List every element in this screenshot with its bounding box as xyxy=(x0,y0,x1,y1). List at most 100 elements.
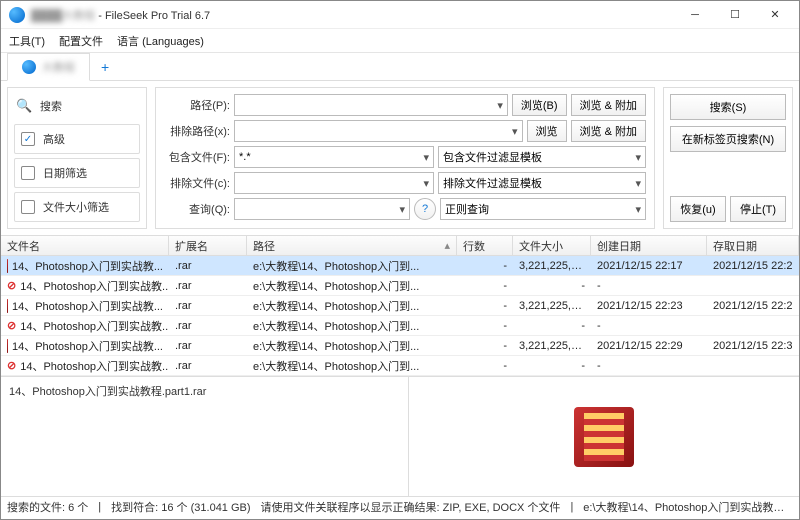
cell-ext: .rar xyxy=(169,320,247,332)
cell-ext: .rar xyxy=(169,340,247,352)
cell-filename: 14、Photoshop入门到实战教... xyxy=(20,318,169,334)
browse2-button[interactable]: 浏览 xyxy=(527,120,567,142)
sidebar-date-filter[interactable]: 日期筛选 xyxy=(14,158,140,188)
action-panel: 搜索(S) 在新标签页搜索(N) 恢复(u) 停止(T) xyxy=(663,87,793,229)
cell-saved: 2021/12/15 22:2 xyxy=(707,300,799,312)
col-size[interactable]: 文件大小 xyxy=(513,236,591,255)
cell-created: 2021/12/15 22:29 xyxy=(591,340,707,352)
archive-icon xyxy=(574,407,634,467)
browse-add-button[interactable]: 浏览 & 附加 xyxy=(571,94,646,116)
search-button[interactable]: 搜索(S) xyxy=(670,94,786,120)
tab-label: 大教程 xyxy=(42,59,75,75)
sidebar-search-heading[interactable]: 🔍搜索 xyxy=(14,94,140,120)
cell-filename: 14、Photoshop入门到实战教... xyxy=(20,358,169,374)
path-label: 路径(P): xyxy=(164,97,230,113)
exclude-filter-select[interactable]: 排除文件过滤显模板▾ xyxy=(438,172,646,194)
checkbox-icon: ✓ xyxy=(21,132,35,146)
tab-bar: 大教程 + xyxy=(1,53,799,81)
browse-add2-button[interactable]: 浏览 & 附加 xyxy=(571,120,646,142)
tab-icon xyxy=(22,60,36,74)
cell-filename: 14、Photoshop入门到实战教... xyxy=(12,338,163,354)
close-button[interactable]: ✕ xyxy=(755,2,795,28)
checkbox-icon xyxy=(21,200,35,214)
cell-filename: 14、Photoshop入门到实战教... xyxy=(20,278,169,294)
path-input[interactable]: ▾ xyxy=(234,94,508,116)
include-filter-select[interactable]: 包含文件过滤显模板▾ xyxy=(438,146,646,168)
restore-button[interactable]: 恢复(u) xyxy=(670,196,726,222)
cell-created: - xyxy=(591,320,707,332)
cell-lines: - xyxy=(457,280,513,292)
col-saved[interactable]: 存取日期 xyxy=(707,236,799,255)
cell-created: - xyxy=(591,280,707,292)
cell-ext: .rar xyxy=(169,260,247,272)
table-row[interactable]: 14、Photoshop入门到实战教....rare:\大教程\14、Photo… xyxy=(1,336,799,356)
cell-size: - xyxy=(513,320,591,332)
window-title: ████大教程 - FileSeek Pro Trial 6.7 xyxy=(31,7,675,23)
exclude-path-input[interactable]: ▾ xyxy=(234,120,523,142)
cell-path: e:\大教程\14、Photoshop入门到... xyxy=(247,318,457,334)
col-path[interactable]: 路径▴ xyxy=(247,236,457,255)
table-row[interactable]: 14、Photoshop入门到实战教....rare:\大教程\14、Photo… xyxy=(1,256,799,276)
include-files-input[interactable]: *.*▾ xyxy=(234,146,434,168)
cell-path: e:\大教程\14、Photoshop入门到... xyxy=(247,358,457,374)
results-grid: 文件名 扩展名 路径▴ 行数 文件大小 创建日期 存取日期 14、Photosh… xyxy=(1,235,799,376)
cell-ext: .rar xyxy=(169,360,247,372)
add-tab-button[interactable]: + xyxy=(89,54,121,80)
status-bar: 搜索的文件: 6 个 | 找到符合: 16 个 (31.041 GB) 请使用文… xyxy=(1,496,799,516)
exclude-files-label: 排除文件(c): xyxy=(164,175,230,191)
table-row[interactable]: 14、Photoshop入门到实战教....rare:\大教程\14、Photo… xyxy=(1,296,799,316)
col-ext[interactable]: 扩展名 xyxy=(169,236,247,255)
tab-current[interactable]: 大教程 xyxy=(7,53,90,81)
cell-filename: 14、Photoshop入门到实战教... xyxy=(12,298,163,314)
cell-lines: - xyxy=(457,340,513,352)
search-newtab-button[interactable]: 在新标签页搜索(N) xyxy=(670,126,786,152)
cell-saved: 2021/12/15 22:3 xyxy=(707,340,799,352)
table-row[interactable]: ⊘14、Photoshop入门到实战教....rare:\大教程\14、Phot… xyxy=(1,276,799,296)
chevron-down-icon: ▾ xyxy=(419,151,429,164)
sidebar: 🔍搜索 ✓高级 日期筛选 文件大小筛选 xyxy=(7,87,147,229)
chevron-down-icon: ▾ xyxy=(631,177,641,190)
chevron-down-icon: ▾ xyxy=(419,177,429,190)
table-row[interactable]: ⊘ 14、Photoshop入门到实战教....rare:\大教程\14、Phot… xyxy=(1,316,799,336)
maximize-button[interactable]: ☐ xyxy=(715,2,755,28)
cell-ext: .rar xyxy=(169,300,247,312)
cell-size: 3,221,225,472 xyxy=(513,300,591,312)
preview-thumbnail-area xyxy=(409,377,800,496)
sidebar-size-filter[interactable]: 文件大小筛选 xyxy=(14,192,140,222)
help-button[interactable]: ? xyxy=(414,198,436,220)
include-files-label: 包含文件(F): xyxy=(164,149,230,165)
sidebar-advanced[interactable]: ✓高级 xyxy=(14,124,140,154)
status-searched: 搜索的文件: 6 个 xyxy=(7,499,88,515)
search-form: 路径(P): ▾ 浏览(B) 浏览 & 附加 排除路径(x): ▾ 浏览 浏览 … xyxy=(155,87,655,229)
titlebar: ████大教程 - FileSeek Pro Trial 6.7 ─ ☐ ✕ xyxy=(1,1,799,29)
error-icon: ⊘ xyxy=(7,279,16,292)
cell-saved: 2021/12/15 22:2 xyxy=(707,260,799,272)
col-created[interactable]: 创建日期 xyxy=(591,236,707,255)
error-icon: ⊘ xyxy=(7,319,16,332)
cell-lines: - xyxy=(457,300,513,312)
menu-language[interactable]: 语言 (Languages) xyxy=(117,33,204,49)
archive-icon xyxy=(7,339,8,353)
table-row[interactable]: ⊘ 14、Photoshop入门到实战教....rare:\大教程\14、Phot… xyxy=(1,356,799,376)
search-icon: 🔍 xyxy=(16,98,32,114)
chevron-down-icon: ▾ xyxy=(631,203,641,216)
query-mode-select[interactable]: 正则查询▾ xyxy=(440,198,646,220)
col-filename[interactable]: 文件名 xyxy=(1,236,169,255)
checkbox-icon xyxy=(21,166,35,180)
error-icon: ⊘ xyxy=(7,359,16,372)
grid-header: 文件名 扩展名 路径▴ 行数 文件大小 创建日期 存取日期 xyxy=(1,236,799,256)
cell-lines: - xyxy=(457,260,513,272)
preview-pane: 14、Photoshop入门到实战教程.part1.rar xyxy=(1,376,799,496)
archive-icon xyxy=(7,259,8,273)
menu-config[interactable]: 配置文件 xyxy=(59,33,103,49)
status-hint: 请使用文件关联程序以显示正确结果: ZIP, EXE, DOCX 个文件 xyxy=(261,499,561,515)
menu-tools[interactable]: 工具(T) xyxy=(9,33,45,49)
minimize-button[interactable]: ─ xyxy=(675,2,715,28)
query-label: 查询(Q): xyxy=(164,201,230,217)
stop-button[interactable]: 停止(T) xyxy=(730,196,786,222)
exclude-files-input[interactable]: ▾ xyxy=(234,172,434,194)
query-input[interactable]: ▾ xyxy=(234,198,410,220)
col-lines[interactable]: 行数 xyxy=(457,236,513,255)
browse-button[interactable]: 浏览(B) xyxy=(512,94,567,116)
chevron-down-icon: ▾ xyxy=(508,125,518,138)
